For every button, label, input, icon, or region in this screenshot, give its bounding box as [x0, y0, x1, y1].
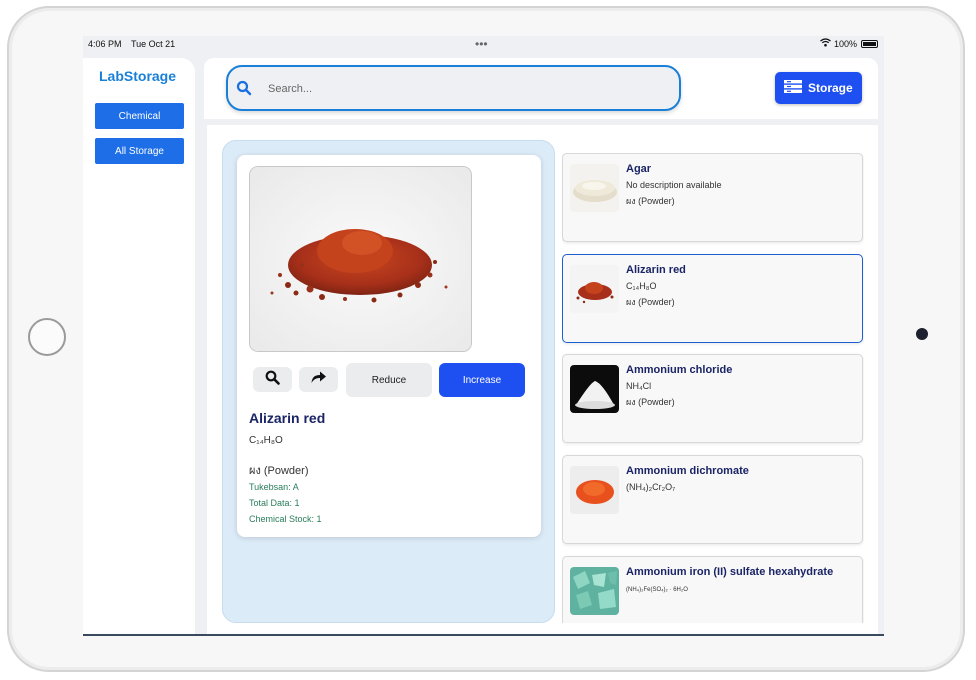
- wifi-icon: [820, 38, 831, 50]
- item-name: Alizarin red: [626, 264, 686, 276]
- item-name: Ammonium iron (II) sulfate hexahydrate: [626, 566, 834, 578]
- search-input[interactable]: [268, 79, 668, 99]
- storage-button-label: Storage: [808, 81, 853, 95]
- detail-panel: Reduce Increase Alizarin red C₁₄H₈O ผง (…: [222, 140, 555, 623]
- list-item[interactable]: Ammonium dichromate (NH₄)₂Cr₂O₇: [562, 455, 863, 544]
- item-name: Ammonium dichromate: [626, 465, 749, 477]
- chemical-name: Alizarin red: [249, 410, 326, 426]
- share-button[interactable]: [299, 367, 338, 392]
- item-formula: (NH₄)₂Fe(SO₄)₂ · 6H₂O: [626, 587, 688, 593]
- chemical-stock: Chemical Stock: 1: [249, 514, 322, 524]
- app-screen: 4:06 PM Tue Oct 21 ••• 100% LabStorage C…: [83, 36, 884, 636]
- battery-icon: [861, 40, 878, 48]
- sidebar: LabStorage Chemical All Storage: [83, 58, 195, 636]
- item-formula: C₁₄H₈O: [626, 281, 657, 291]
- chemical-list: Agar No description available ผง (Powder…: [562, 153, 864, 623]
- item-state: ผง (Powder): [626, 196, 675, 206]
- item-description: No description available: [626, 180, 722, 190]
- search-icon: [236, 80, 252, 96]
- status-date: Tue Oct 21: [131, 39, 176, 49]
- alizarin-red-thumbnail: [570, 265, 619, 313]
- app-brand: LabStorage: [99, 68, 177, 84]
- sidebar-item-all-storage[interactable]: All Storage: [95, 138, 184, 164]
- chemical-state: ผง (Powder): [249, 465, 309, 477]
- magnifier-icon: [265, 370, 280, 390]
- item-name: Agar: [626, 163, 652, 175]
- chemical-detail-card: Reduce Increase Alizarin red C₁₄H₈O ผง (…: [237, 155, 541, 537]
- main-content: Reduce Increase Alizarin red C₁₄H₈O ผง (…: [207, 125, 878, 636]
- item-formula: NH₄Cl: [626, 381, 652, 391]
- search-box[interactable]: [226, 65, 681, 111]
- reduce-button[interactable]: Reduce: [346, 363, 432, 397]
- ammonium-chloride-thumbnail: [570, 365, 619, 413]
- list-item[interactable]: Alizarin red C₁₄H₈O ผง (Powder): [562, 254, 863, 343]
- home-button[interactable]: [28, 318, 66, 356]
- list-item[interactable]: Ammonium iron (II) sulfate hexahydrate (…: [562, 556, 863, 623]
- ammonium-dichromate-thumbnail: [570, 466, 619, 514]
- chemical-formula: C₁₄H₈O: [249, 435, 283, 446]
- ammonium-iron-sulfate-thumbnail: [570, 567, 619, 615]
- home-indicator: [83, 634, 884, 636]
- storage-button[interactable]: Storage: [775, 72, 862, 104]
- item-formula: (NH₄)₂Cr₂O₇: [626, 482, 676, 492]
- header-bar: Storage: [204, 58, 878, 119]
- share-arrow-icon: [310, 370, 327, 389]
- front-camera: [916, 328, 928, 340]
- storage-icon: [784, 80, 802, 96]
- storage-location: Tukebsan: A: [249, 482, 299, 492]
- total-data: Total Data: 1: [249, 498, 300, 508]
- list-item[interactable]: Agar No description available ผง (Powder…: [562, 153, 863, 242]
- item-state: ผง (Powder): [626, 397, 675, 407]
- status-time: 4:06 PM: [88, 39, 122, 49]
- battery-percent: 100%: [834, 39, 858, 49]
- status-bar: 4:06 PM Tue Oct 21 ••• 100%: [83, 36, 884, 54]
- chemical-image: [249, 166, 472, 352]
- increase-button[interactable]: Increase: [439, 363, 525, 397]
- sidebar-item-chemical[interactable]: Chemical: [95, 103, 184, 129]
- agar-thumbnail: [570, 164, 619, 212]
- item-name: Ammonium chloride: [626, 364, 733, 376]
- list-item[interactable]: Ammonium chloride NH₄Cl ผง (Powder): [562, 354, 863, 443]
- zoom-button[interactable]: [253, 367, 292, 392]
- multitasking-dots[interactable]: •••: [475, 37, 488, 51]
- item-state: ผง (Powder): [626, 297, 675, 307]
